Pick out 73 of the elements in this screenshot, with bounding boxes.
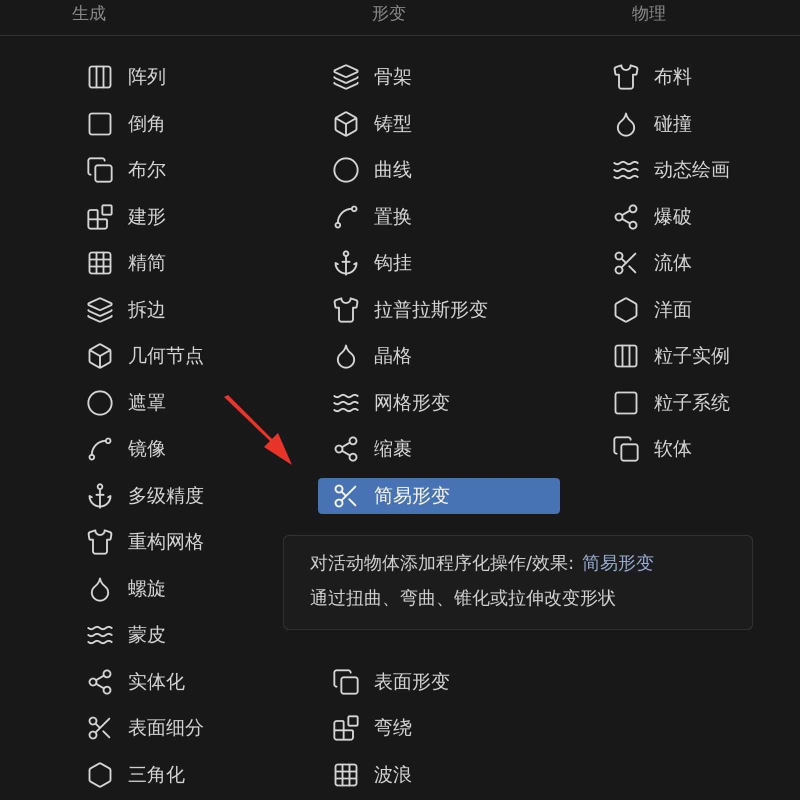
- menu-item[interactable]: 实体化: [72, 664, 300, 700]
- menu-item[interactable]: 铸型: [318, 106, 560, 142]
- menu-item[interactable]: 网格形变: [318, 384, 560, 421]
- columns-icon: [612, 342, 640, 370]
- copy-icon: [86, 156, 114, 184]
- menu-item[interactable]: 流体: [598, 245, 800, 282]
- column-header: 物理: [632, 4, 666, 24]
- blocks-icon: [332, 714, 360, 742]
- nodes-icon: [332, 435, 360, 464]
- menu-item[interactable]: 软体: [598, 431, 800, 468]
- menu-item[interactable]: 遮罩: [72, 384, 300, 421]
- square-icon: [612, 388, 640, 417]
- copy-icon: [332, 668, 360, 696]
- menu-item[interactable]: 动态绘画: [598, 152, 800, 188]
- menu-item[interactable]: 表面形变: [318, 664, 560, 700]
- grid-icon: [332, 760, 360, 789]
- layers-icon: [86, 296, 114, 324]
- tooltip-description: 通过扭曲、弯曲、锥化或拉伸改变形状: [310, 587, 617, 611]
- menu-item[interactable]: 弯绕: [318, 710, 560, 746]
- menu-item[interactable]: 布料: [598, 59, 800, 96]
- spline-icon: [86, 435, 114, 464]
- menu-item[interactable]: 镜像: [72, 431, 300, 468]
- menu-item[interactable]: 粒子系统: [598, 384, 800, 421]
- menu-item[interactable]: 晶格: [318, 338, 560, 374]
- menu-item[interactable]: 钩挂: [318, 245, 560, 282]
- column-header: 形变: [372, 4, 406, 24]
- column-header: 生成: [72, 4, 106, 24]
- menu-item[interactable]: 蒙皮: [72, 617, 300, 654]
- shirt-icon: [86, 528, 114, 556]
- blocks-icon: [86, 202, 114, 231]
- copy-icon: [612, 435, 640, 464]
- modifier-name: 简易形变: [582, 552, 654, 576]
- menu-item[interactable]: 几何节点: [72, 338, 300, 374]
- menu-item[interactable]: 精简: [72, 245, 300, 282]
- circle-icon: [332, 156, 360, 184]
- columns-icon: [86, 63, 114, 92]
- spline-icon: [332, 202, 360, 231]
- menu-item[interactable]: 布尔: [72, 152, 300, 188]
- hook-icon: [332, 249, 360, 278]
- cube-icon: [86, 342, 114, 370]
- menu-item[interactable]: 缩裹: [318, 431, 560, 468]
- menu-item[interactable]: 表面细分: [72, 710, 300, 746]
- shirt-icon: [612, 63, 640, 92]
- menu-item[interactable]: 建形: [72, 198, 300, 235]
- hexagon-icon: [86, 760, 114, 789]
- circle-icon: [86, 388, 114, 417]
- menu-item[interactable]: 螺旋: [72, 570, 300, 607]
- menu-item[interactable]: 洋面: [598, 292, 800, 328]
- menu-item[interactable]: 拆边: [72, 292, 300, 328]
- menu-item[interactable]: 多级精度: [72, 478, 300, 514]
- menu-item[interactable]: 倒角: [72, 106, 300, 142]
- menu-item[interactable]: 简易形变: [318, 478, 560, 514]
- menu-item[interactable]: 三角化: [72, 756, 300, 793]
- menu-item[interactable]: 重构网格: [72, 524, 300, 560]
- cube-icon: [332, 110, 360, 138]
- menu-item[interactable]: 拉普拉斯形变: [318, 292, 560, 328]
- nodes-icon: [86, 668, 114, 696]
- menu-item[interactable]: 爆破: [598, 198, 800, 235]
- menu-item[interactable]: 碰撞: [598, 106, 800, 142]
- menu-item[interactable]: 粒子实例: [598, 338, 800, 374]
- menu-item[interactable]: 曲线: [318, 152, 560, 188]
- menu-item[interactable]: 置换: [318, 198, 560, 235]
- tooltip-text: 对活动物体添加程序化操作/效果:: [310, 552, 574, 576]
- shirt-icon: [332, 296, 360, 324]
- nodes-icon: [612, 202, 640, 231]
- menu-item[interactable]: 波浪: [318, 756, 560, 793]
- hook-icon: [86, 482, 114, 510]
- layers-icon: [332, 63, 360, 92]
- menu-item[interactable]: 骨架: [318, 59, 560, 96]
- hexagon-icon: [612, 296, 640, 324]
- square-icon: [86, 110, 114, 138]
- menu-item[interactable]: 阵列: [72, 59, 300, 96]
- grid-icon: [86, 249, 114, 278]
